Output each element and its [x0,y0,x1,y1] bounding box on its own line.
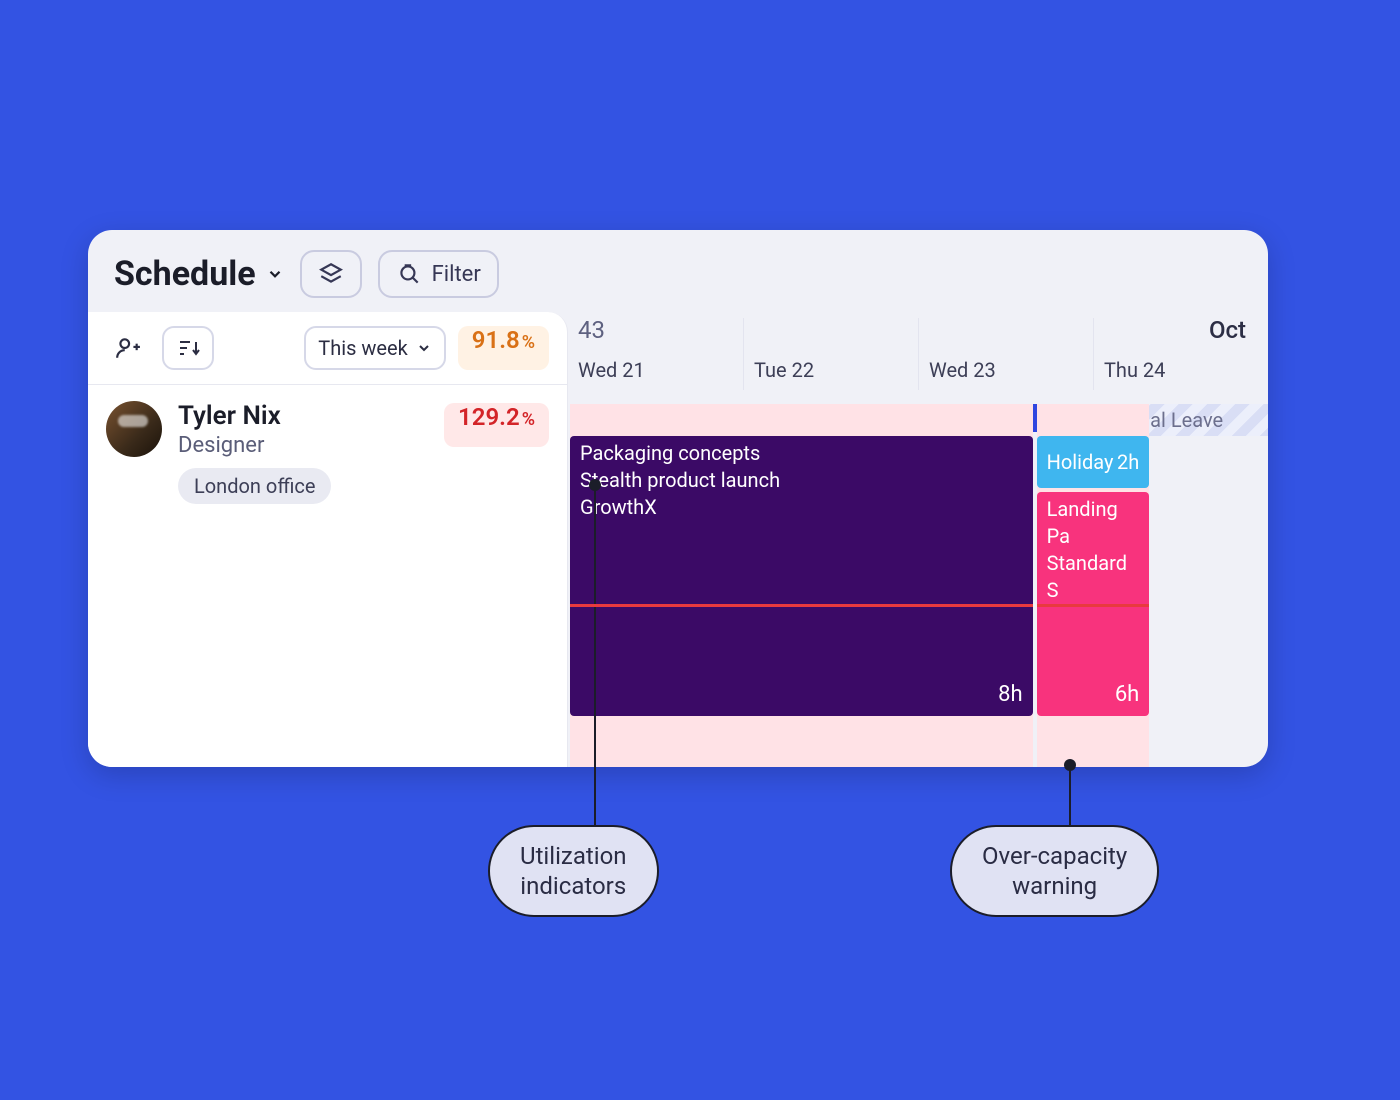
chevron-down-icon [266,265,284,283]
task-label: Landing Pa Standard S [1047,496,1140,604]
task-packaging[interactable]: Packaging concepts Stealth product launc… [570,436,1033,716]
chevron-down-icon [416,340,432,356]
callout-line [1069,765,1071,825]
left-toolbar: This week 91.8% [88,312,567,385]
person-util-value: 129.2 [458,403,520,431]
day-header: Wed 23 [918,318,1093,390]
callout-text: Utilization indicators [520,841,627,901]
layers-icon [318,261,344,287]
page-title: Schedule [114,254,256,294]
task-hours: 2h [1117,450,1139,474]
week-number: 43 [578,316,605,344]
avatar [106,401,162,457]
person-name: Tyler Nix [178,401,428,431]
sort-button[interactable] [162,326,214,370]
task-holiday[interactable]: Holiday 2h [1037,436,1150,488]
left-panel: This week 91.8% Tyler Nix Designer Londo… [88,312,568,767]
card-body: This week 91.8% Tyler Nix Designer Londo… [88,312,1268,767]
card-header: Schedule Filter [88,230,1268,312]
timeline-panel: 43 Oct Wed 21 Tue 22 Wed 23 Thu 24 Non-b… [568,312,1268,767]
task-label: Holiday [1047,450,1114,474]
month-label: Oct [1209,316,1246,344]
task-hours: 6h [1115,680,1139,710]
callout-line [594,485,596,825]
capacity-line [1037,604,1150,607]
timeline-grid: Non-billable - Company Ops / Internal 1h… [568,404,1268,767]
callout-text: Over-capacity warning [982,841,1127,901]
filter-button[interactable]: Filter [378,250,499,298]
day-header: Tue 22 [743,318,918,390]
sort-icon [176,336,200,360]
task-hours: 8h [998,680,1022,710]
person-info: Tyler Nix Designer London office [178,401,428,504]
filter-label: Filter [432,262,481,287]
pct-symbol: % [522,332,535,353]
timeline-header: Wed 21 Tue 22 Wed 23 Thu 24 [568,312,1268,390]
person-row[interactable]: Tyler Nix Designer London office 129.2% [88,385,567,522]
person-utilization-badge: 129.2% [444,403,549,447]
layers-button[interactable] [300,250,362,298]
person-plus-icon [115,335,141,361]
range-label: This week [318,336,407,360]
add-person-button[interactable] [106,326,150,370]
range-dropdown[interactable]: This week [304,326,445,370]
person-role: Designer [178,433,428,458]
overall-util-value: 91.8 [472,326,520,354]
task-label: Packaging concepts Stealth product launc… [580,440,1023,521]
pct-symbol: % [522,409,535,430]
overall-utilization-badge: 91.8% [458,326,549,370]
person-tag: London office [178,468,331,504]
callout-utilization: Utilization indicators [488,825,659,917]
col-1-2-area: Packaging concepts Stealth product launc… [568,404,1035,767]
callout-overcapacity: Over-capacity warning [950,825,1159,917]
page-title-dropdown[interactable]: Schedule [114,254,284,294]
col-3-area: Holiday 2h Landing Pa Standard S 6h [1035,404,1152,767]
schedule-card: Schedule Filter This week [88,230,1268,767]
search-filter-icon [396,261,422,287]
capacity-line [570,604,1033,607]
